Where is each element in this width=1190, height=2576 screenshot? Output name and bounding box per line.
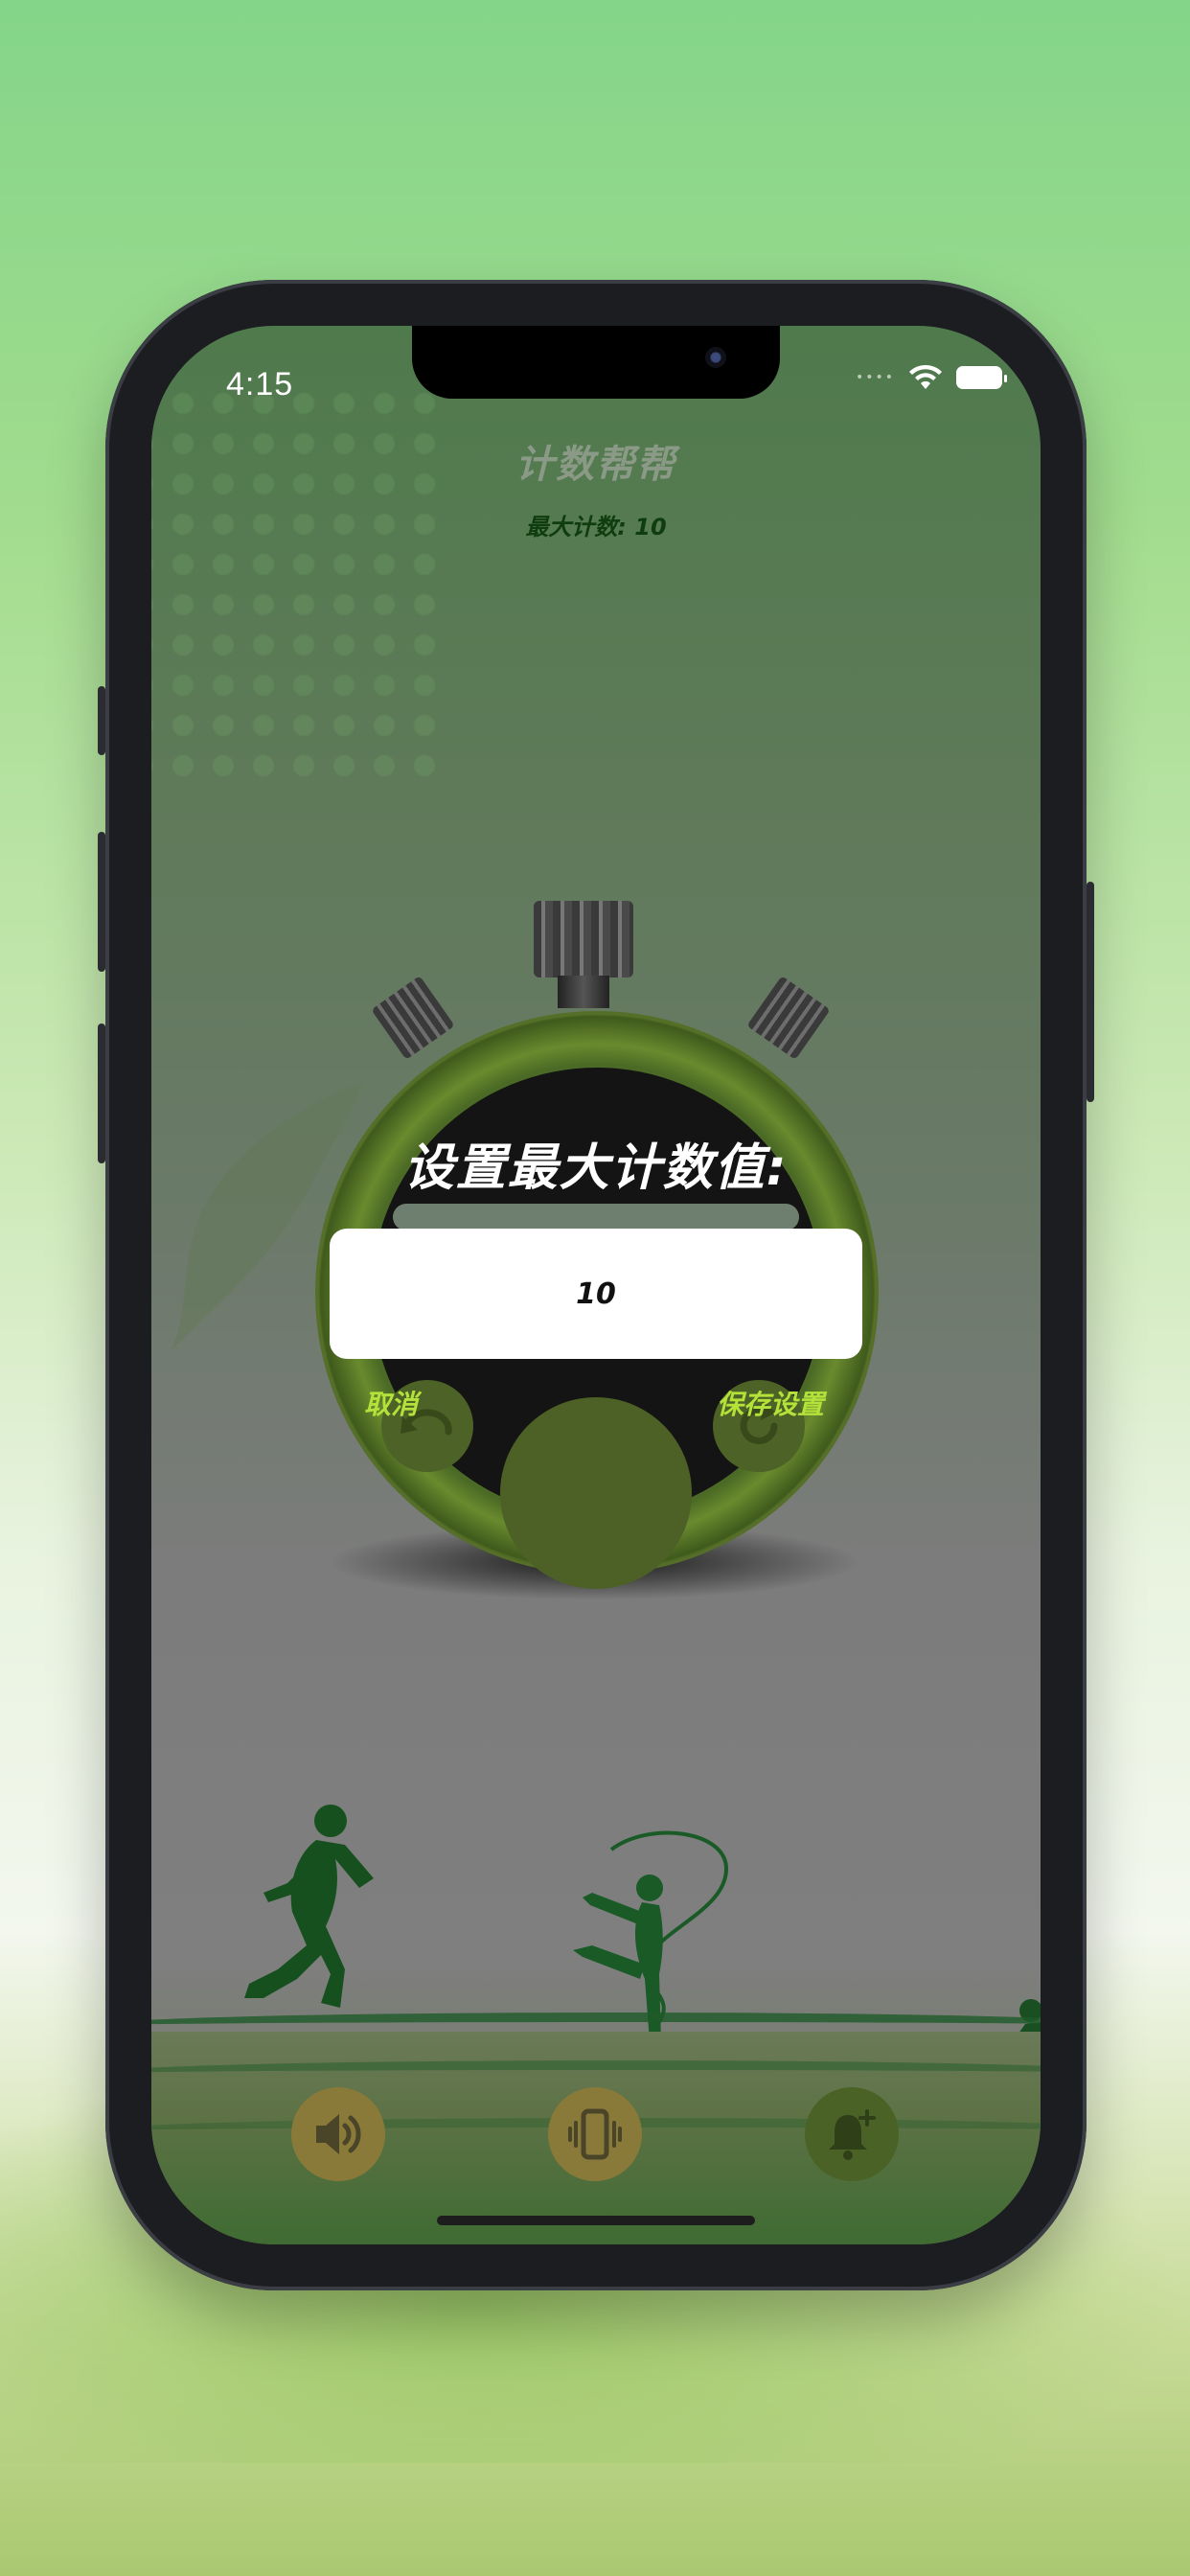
app-screen: 4:15 •••• 计数帮帮 最大计数: 10 设置最大计数值: 10 取消 保…: [151, 326, 1041, 2244]
vibration-toggle-button[interactable]: [548, 2087, 642, 2181]
phone-frame: 4:15 •••• 计数帮帮 最大计数: 10 设置最大计数值: 10 取消 保…: [98, 280, 1094, 2290]
signal-dots: ••••: [855, 370, 895, 385]
status-time: 4:15: [226, 366, 294, 402]
stopwatch-crown: [534, 901, 633, 978]
battery-icon: [956, 366, 1007, 389]
field-stripe: [151, 2012, 1041, 2039]
power-button: [1087, 882, 1094, 1102]
mute-switch: [98, 686, 105, 755]
dialog-title: 设置最大计数值:: [403, 1139, 789, 1197]
bell-plus-icon: [829, 2109, 876, 2160]
runner-silhouette: [244, 1805, 374, 2008]
field-stripe: [151, 2060, 1041, 2087]
display-slot: [393, 1204, 799, 1230]
stopwatch-side-button-left: [371, 976, 455, 1060]
speaker-icon: [316, 2114, 361, 2154]
stopwatch-crown-neck: [558, 976, 609, 1008]
add-reminder-button[interactable]: [805, 2087, 899, 2181]
cancel-button[interactable]: 取消: [364, 1384, 418, 1422]
save-settings-button[interactable]: 保存设置: [717, 1384, 824, 1422]
home-indicator: [437, 2216, 755, 2225]
app-title: 计数帮帮: [515, 443, 676, 487]
wifi-icon: [909, 364, 942, 389]
sound-toggle-button[interactable]: [291, 2087, 385, 2181]
max-count-input[interactable]: [330, 1229, 862, 1359]
status-icons: ••••: [855, 364, 1007, 391]
start-button[interactable]: [500, 1397, 692, 1589]
stopwatch-side-button-right: [746, 976, 831, 1060]
notch: [412, 326, 780, 399]
max-count-label: 最大计数: 10: [525, 514, 667, 540]
camera-icon: [705, 347, 726, 368]
volume-down-button: [98, 1024, 105, 1163]
volume-up-button: [98, 832, 105, 972]
vibrate-icon: [568, 2108, 622, 2160]
